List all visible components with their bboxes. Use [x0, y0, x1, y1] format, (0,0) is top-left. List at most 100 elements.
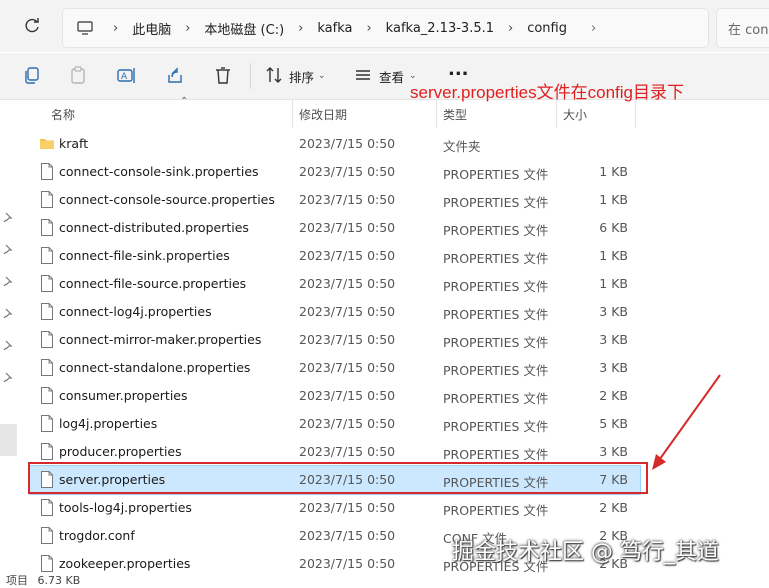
crumb-kafka[interactable]: kafka [313, 21, 356, 36]
file-row[interactable]: connect-file-source.properties 2023/7/15 … [30, 270, 640, 298]
file-type: PROPERTIES 文件 [443, 419, 549, 434]
chevron-right-icon[interactable]: › [581, 21, 606, 36]
file-type: PROPERTIES 文件 [443, 279, 549, 294]
file-row[interactable]: connect-log4j.properties 2023/7/15 0:50 PR… [30, 298, 640, 326]
file-date: 2023/7/15 0:50 [299, 444, 396, 459]
column-header: ⌃ 名称 修改日期 类型 大小 [18, 96, 769, 128]
file-size: 3 KB [599, 444, 628, 459]
chevron-right-icon[interactable]: › [356, 21, 381, 36]
file-row[interactable]: consumer.properties 2023/7/15 0:50 PROPERT… [30, 382, 640, 410]
column-date[interactable]: 修改日期 [299, 106, 347, 123]
file-row[interactable]: connect-mirror-maker.properties 2023/7/15… [30, 326, 640, 354]
file-icon [41, 247, 53, 264]
sort-button[interactable]: 排序 [289, 67, 314, 86]
file-row[interactable]: connect-standalone.properties 2023/7/15 0… [30, 354, 640, 382]
file-icon [41, 359, 53, 376]
crumb-kafka-version[interactable]: kafka_2.13-3.5.1 [382, 21, 498, 36]
file-name: connect-console-source.properties [59, 192, 275, 207]
file-size: 3 KB [599, 332, 628, 347]
search-input[interactable]: 在 con [716, 8, 769, 48]
file-type: PROPERTIES 文件 [443, 223, 549, 238]
svg-text:A: A [121, 72, 128, 82]
search-placeholder: 在 con [728, 23, 769, 38]
file-row[interactable]: connect-distributed.properties 2023/7/15 … [30, 214, 640, 242]
file-size: 1 KB [599, 192, 628, 207]
file-date: 2023/7/15 0:50 [299, 332, 396, 347]
file-row[interactable]: connect-console-source.properties 2023/7/… [30, 186, 640, 214]
file-icon [41, 527, 53, 544]
file-name: connect-standalone.properties [59, 360, 251, 375]
crumb-drive[interactable]: 本地磁盘 (C:) [200, 19, 288, 38]
paste-icon[interactable] [68, 65, 88, 85]
view-button[interactable]: 查看 [379, 67, 404, 86]
file-size: 1 KB [599, 164, 628, 179]
pin-icon[interactable] [3, 308, 14, 319]
annotation-arrow-icon [652, 374, 721, 470]
copy-icon[interactable] [22, 65, 42, 85]
chevron-right-icon[interactable]: › [175, 21, 200, 36]
column-divider[interactable] [436, 100, 437, 128]
file-icon [41, 303, 53, 320]
file-size: 2 KB [599, 388, 628, 403]
breadcrumb: › 此电脑 › 本地磁盘 (C:) › kafka › kafka_2.13-3… [77, 9, 606, 47]
pin-icon[interactable] [3, 212, 14, 223]
file-type: PROPERTIES 文件 [443, 503, 549, 518]
more-button[interactable]: ... [448, 59, 469, 80]
chevron-right-icon[interactable]: › [288, 21, 313, 36]
file-name: connect-file-source.properties [59, 276, 247, 291]
file-name: connect-file-sink.properties [59, 248, 230, 263]
highlight-box [28, 462, 648, 494]
file-type: PROPERTIES 文件 [443, 363, 549, 378]
column-size[interactable]: 大小 [563, 106, 587, 123]
file-type: PROPERTIES 文件 [443, 335, 549, 350]
file-name: connect-distributed.properties [59, 220, 249, 235]
file-size: 1 KB [599, 276, 628, 291]
file-icon [41, 499, 53, 516]
column-type[interactable]: 类型 [443, 106, 467, 123]
file-icon [41, 163, 53, 180]
crumb-this-pc[interactable]: 此电脑 [128, 19, 175, 38]
file-date: 2023/7/15 0:50 [299, 192, 396, 207]
file-name: kraft [59, 136, 89, 151]
column-divider[interactable] [556, 100, 557, 128]
file-date: 2023/7/15 0:50 [299, 360, 396, 375]
file-row[interactable]: connect-file-sink.properties 2023/7/15 0:… [30, 242, 640, 270]
file-row[interactable]: tools-log4j.properties 2023/7/15 0:50 PROP… [30, 494, 640, 522]
view-icon[interactable] [353, 65, 373, 85]
nav-selected-item[interactable] [0, 424, 17, 456]
file-row[interactable]: kraft 2023/7/15 0:50 文件夹 [30, 130, 640, 158]
delete-icon[interactable] [213, 65, 233, 85]
file-date: 2023/7/15 0:50 [299, 248, 396, 263]
status-bar: 项目 6.73 KB [0, 572, 80, 588]
file-row[interactable]: connect-console-sink.properties 2023/7/15… [30, 158, 640, 186]
file-row[interactable]: log4j.properties 2023/7/15 0:50 PROPERTIES… [30, 410, 640, 438]
file-type: PROPERTIES 文件 [443, 447, 549, 462]
column-divider[interactable] [635, 100, 636, 128]
pin-icon[interactable] [3, 372, 14, 383]
file-size: 2 KB [599, 500, 628, 515]
file-date: 2023/7/15 0:50 [299, 136, 396, 151]
file-date: 2023/7/15 0:50 [299, 276, 396, 291]
file-type: 文件夹 [443, 139, 481, 154]
rename-icon[interactable]: A [116, 65, 136, 85]
chevron-down-icon[interactable]: ⌄ [318, 71, 326, 81]
pin-icon[interactable] [3, 340, 14, 351]
file-name: log4j.properties [59, 416, 158, 431]
file-date: 2023/7/15 0:50 [299, 416, 396, 431]
sort-icon[interactable] [264, 65, 284, 85]
file-type: PROPERTIES 文件 [443, 391, 549, 406]
file-name: trogdor.conf [59, 528, 135, 543]
crumb-config[interactable]: config [523, 21, 571, 36]
pin-icon[interactable] [3, 276, 14, 287]
refresh-icon[interactable] [22, 16, 42, 36]
file-size: 1 KB [599, 248, 628, 263]
column-name[interactable]: 名称 [51, 106, 75, 123]
file-icon [41, 275, 53, 292]
address-bar[interactable]: › 此电脑 › 本地磁盘 (C:) › kafka › kafka_2.13-3… [62, 8, 709, 48]
pin-icon[interactable] [3, 244, 14, 255]
share-icon[interactable] [165, 65, 185, 85]
file-icon [41, 219, 53, 236]
chevron-right-icon[interactable]: › [498, 21, 523, 36]
column-divider[interactable] [292, 100, 293, 128]
sort-ascending-icon: ⌃ [180, 96, 189, 107]
